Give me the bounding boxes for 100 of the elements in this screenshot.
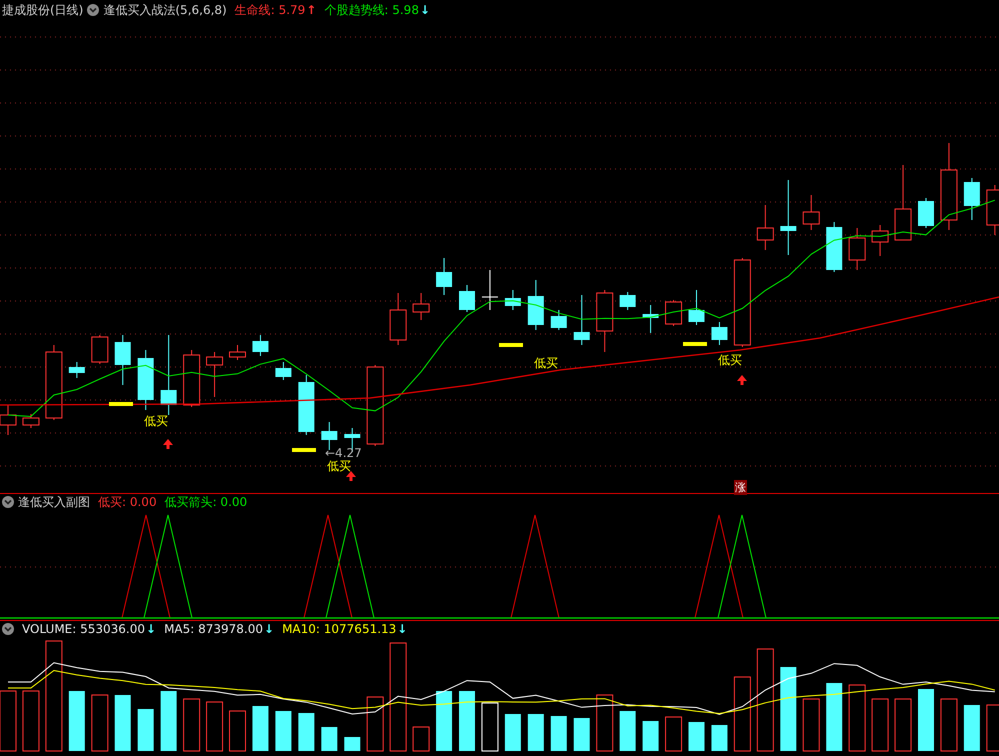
volume-bar: [918, 689, 934, 751]
candle: [459, 284, 475, 312]
volume-bar: [183, 698, 200, 752]
volume-bar: [22, 690, 40, 752]
volume-bar: [665, 716, 682, 752]
volume-bar: [642, 721, 659, 751]
volume-bar: [114, 695, 131, 751]
volume-bar: [321, 727, 338, 751]
volume-bar: [436, 691, 452, 751]
volume-bar: [91, 694, 108, 752]
indicator-value: MA10: 1077651.13: [282, 622, 396, 636]
candle: [802, 194, 820, 230]
volume-bar: [620, 711, 636, 751]
chevron-circle-icon[interactable]: [87, 4, 100, 16]
volume-bar: [848, 684, 866, 752]
candle: [826, 222, 842, 272]
trend-arrow: ↓: [420, 3, 430, 17]
volume-bar: [366, 696, 384, 752]
signal-label: 低买: [718, 352, 742, 369]
candle: [550, 310, 567, 330]
candle: [872, 224, 889, 256]
candle: [620, 292, 636, 310]
signal-label: 低买: [534, 355, 558, 372]
volume-bar: [894, 698, 912, 752]
volume-bar: [826, 683, 842, 751]
signal-label: 低买: [327, 458, 351, 475]
indicator-value: 生命线: 5.79: [234, 2, 306, 18]
up-arrow-icon: [737, 375, 747, 385]
trend-arrow: ↑: [306, 3, 316, 17]
candle: [206, 352, 224, 398]
candle: [848, 228, 866, 270]
rise-badge: 涨: [734, 480, 747, 495]
volume-bar: [872, 698, 889, 752]
candle: [918, 198, 934, 228]
up-arrow-icon: [163, 439, 173, 449]
candle: [642, 304, 659, 334]
volume-bar: [802, 698, 820, 752]
candle: [756, 204, 774, 250]
signal-bar: [499, 343, 523, 347]
candle: [412, 292, 430, 320]
volume-bar: [138, 709, 154, 751]
volume-bar: [459, 691, 475, 751]
volume-bar: [964, 705, 980, 751]
indicator-value: 低买: 0.00: [98, 494, 157, 510]
volume-bar: [711, 725, 728, 751]
candle: [596, 290, 614, 352]
chart-title: 捷成股份(日线): [2, 2, 84, 18]
candle: [390, 292, 407, 346]
volume-bar: [344, 737, 360, 751]
indicator-value: VOLUME: 553036.00: [22, 622, 145, 636]
signal-label: 低买: [144, 413, 168, 430]
chevron-circle-icon[interactable]: [2, 623, 14, 635]
candle: [138, 350, 154, 410]
indicator-value: MA5: 873978.00: [164, 622, 264, 636]
volume-bar: [504, 714, 521, 751]
candle: [114, 334, 131, 386]
candle: [229, 344, 246, 360]
volume-bar: [229, 710, 246, 752]
signal-bar: [683, 342, 707, 346]
volume-bar: [574, 718, 590, 751]
candle: [964, 178, 980, 220]
candle: [252, 334, 268, 356]
up-arrow-icon: [346, 471, 356, 481]
price-marker: ←4.27: [325, 446, 362, 460]
signal-bar: [292, 448, 316, 452]
trend-arrow: ↓: [264, 622, 274, 636]
volume-bar: [252, 706, 268, 751]
volume-bar: [298, 713, 314, 751]
candle: [436, 258, 452, 296]
volume-bar: [688, 722, 704, 751]
candle: [688, 290, 704, 326]
indicator-value: 个股趋势线: 5.98: [324, 2, 419, 18]
candle: [504, 290, 521, 310]
trend-arrow: ↓: [146, 622, 156, 636]
candle: [711, 322, 728, 346]
signal-bar: [109, 402, 133, 406]
volume-bar: [550, 716, 567, 751]
candle: [68, 362, 85, 378]
candle: [183, 350, 200, 408]
candle: [528, 280, 544, 330]
candle: [481, 270, 498, 310]
volume-bar: [412, 726, 430, 752]
volume-bar: [68, 691, 85, 751]
trend-arrow: ↓: [397, 622, 408, 636]
candle: [91, 334, 108, 364]
indicator-name: 逢低买入战法(5,6,6,8): [103, 2, 227, 18]
volume-bar: [160, 691, 177, 751]
volume-bar: [940, 698, 958, 752]
indicator-value: 低买箭头: 0.00: [164, 494, 248, 510]
chevron-circle-icon[interactable]: [2, 496, 14, 508]
volume-bar: [528, 714, 544, 751]
volume-bar: [481, 702, 498, 752]
candle: [22, 414, 40, 428]
candle: [665, 300, 682, 326]
candle: [574, 294, 590, 346]
volume-bar: [275, 711, 292, 751]
candle: [298, 374, 314, 436]
candle: [275, 362, 292, 380]
panel-title: 逢低买入副图: [18, 494, 90, 510]
volume-bar: [596, 694, 614, 752]
